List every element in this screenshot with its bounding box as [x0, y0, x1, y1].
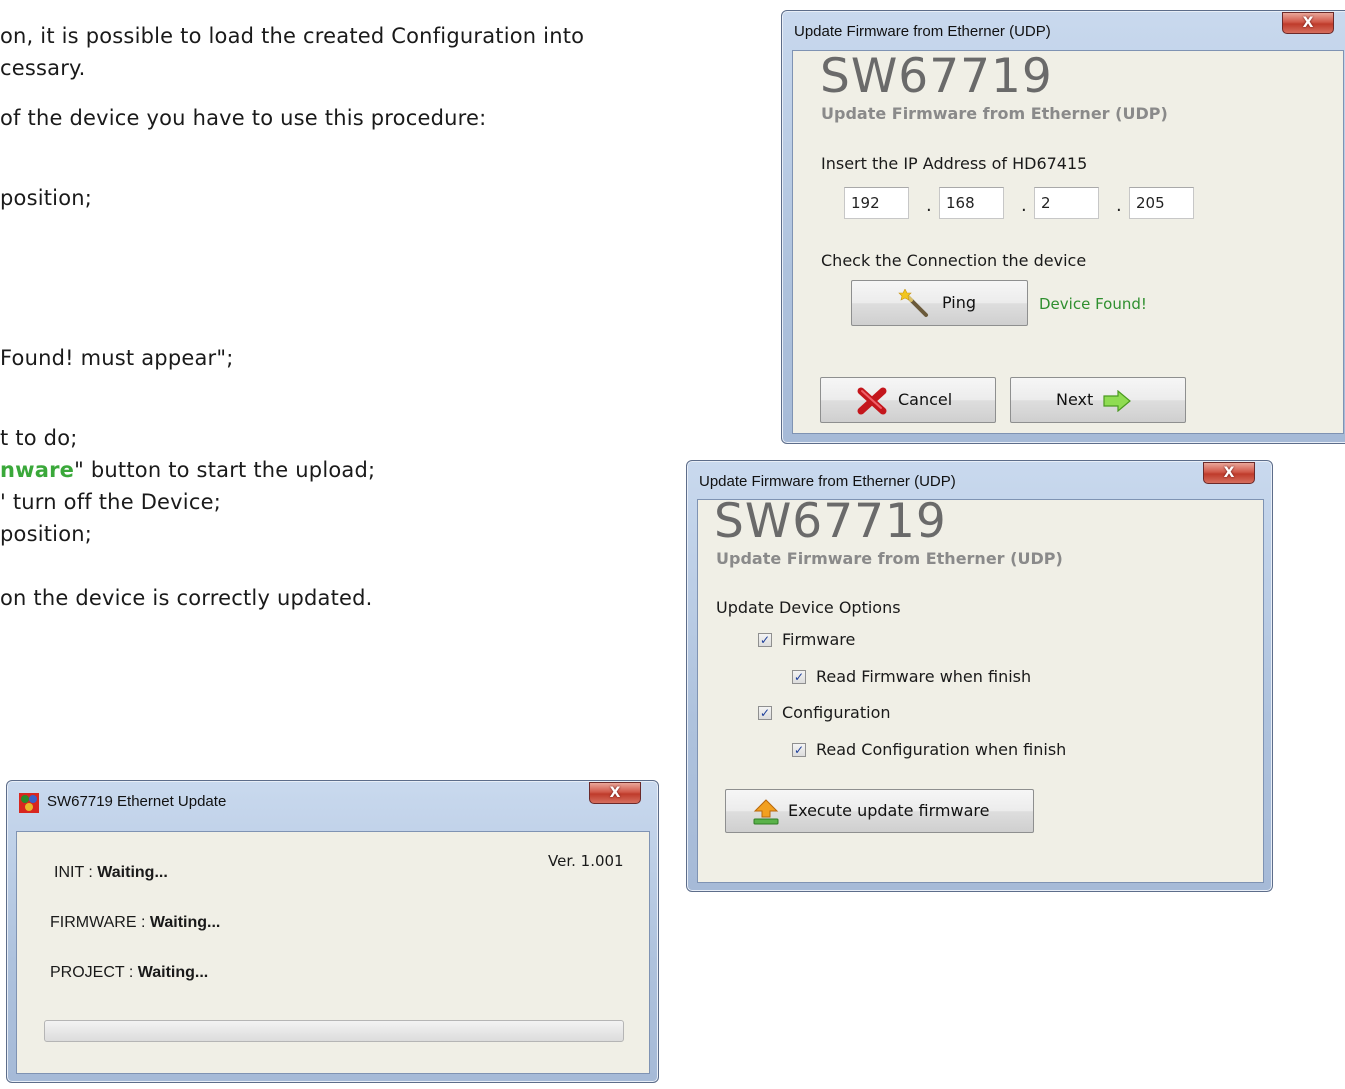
window-title: Update Firmware from Etherner (UDP)	[794, 23, 1051, 40]
project-status: PROJECT : Waiting...	[50, 964, 208, 982]
checkbox-checked-icon: ✓	[792, 670, 806, 684]
close-button[interactable]: X	[1282, 12, 1334, 34]
check-connection-label: Check the Connection the device	[821, 251, 1087, 270]
checkbox-checked-icon: ✓	[758, 633, 772, 647]
checkbox-checked-icon: ✓	[792, 743, 806, 757]
magic-wand-icon	[898, 288, 932, 323]
title-bar[interactable]: SW67719 Ethernet Update X	[7, 781, 658, 821]
doc-line: position;	[0, 186, 93, 210]
checkbox-checked-icon: ✓	[758, 706, 772, 720]
app-icon	[19, 793, 39, 817]
cancel-button-label: Cancel	[898, 390, 953, 409]
doc-line: on, it is possible to load the created C…	[0, 24, 585, 48]
product-heading: SW67719	[714, 494, 947, 549]
firmware-status: FIRMWARE : Waiting...	[50, 914, 220, 932]
doc-line: of the device you have to use this proce…	[0, 106, 487, 130]
dialog-subheading: Update Firmware from Etherner (UDP)	[821, 104, 1168, 123]
ip-octet-2-input[interactable]: 168	[939, 187, 1004, 219]
ip-octet-4-input[interactable]: 205	[1129, 187, 1194, 219]
update-device-options-dialog: Update Firmware from Etherner (UDP) X SW…	[686, 460, 1273, 892]
ethernet-update-progress-dialog: SW67719 Ethernet Update X Ver. 1.001 INI…	[6, 780, 659, 1083]
ip-separator: .	[1116, 195, 1122, 216]
doc-line: cessary.	[0, 56, 86, 80]
checkbox-label: Configuration	[782, 703, 891, 722]
checkbox-label: Read Firmware when finish	[816, 667, 1032, 686]
execute-update-button-label: Execute update firmware	[788, 801, 990, 820]
title-bar[interactable]: Update Firmware from Etherner (UDP) X	[782, 11, 1345, 51]
ping-button[interactable]: Ping	[851, 280, 1028, 326]
firmware-label: FIRMWARE :	[50, 914, 150, 931]
red-x-icon	[857, 387, 889, 419]
dialog-body: Ver. 1.001 INIT : Waiting... FIRMWARE : …	[16, 831, 650, 1074]
doc-line: position;	[0, 522, 93, 546]
ip-address-label: Insert the IP Address of HD67415	[821, 154, 1088, 173]
dialog-body: SW67719 Update Firmware from Etherner (U…	[792, 49, 1344, 434]
window-title: SW67719 Ethernet Update	[47, 793, 227, 810]
dialog-subheading: Update Firmware from Etherner (UDP)	[716, 549, 1063, 568]
close-button[interactable]: X	[589, 782, 641, 804]
doc-line: on the device is correctly updated.	[0, 586, 373, 610]
product-heading: SW67719	[820, 49, 1053, 104]
doc-line: ' turn off the Device;	[0, 490, 221, 514]
checkbox-label: Read Configuration when finish	[816, 740, 1067, 759]
progress-bar	[44, 1020, 624, 1042]
ping-button-label: Ping	[942, 293, 977, 312]
ip-separator: .	[1021, 195, 1027, 216]
doc-line: nware" button to start the upload;	[0, 457, 375, 483]
next-button-label: Next	[1056, 390, 1094, 409]
connection-status: Device Found!	[1039, 295, 1147, 313]
init-label: INIT :	[54, 864, 98, 881]
init-value: Waiting...	[97, 864, 168, 881]
execute-update-button[interactable]: Execute update firmware	[725, 789, 1034, 833]
doc-line-rest: " button to start the upload;	[74, 458, 376, 482]
ip-octet-1-input[interactable]: 192	[844, 187, 909, 219]
upload-icon	[752, 799, 780, 829]
next-button[interactable]: Next	[1010, 377, 1186, 423]
init-status: INIT : Waiting...	[54, 864, 168, 882]
arrow-right-icon	[1102, 389, 1132, 416]
doc-bold-keyword: nware	[0, 458, 75, 482]
update-firmware-ip-dialog: Update Firmware from Etherner (UDP) X SW…	[781, 10, 1345, 444]
doc-line: Found! must appear";	[0, 346, 234, 370]
close-button[interactable]: X	[1203, 462, 1255, 484]
project-label: PROJECT :	[50, 964, 138, 981]
window-title: Update Firmware from Etherner (UDP)	[699, 473, 956, 490]
firmware-value: Waiting...	[149, 914, 221, 931]
doc-line: t to do;	[0, 426, 78, 450]
dialog-body: SW67719 Update Firmware from Etherner (U…	[697, 494, 1264, 883]
ip-octet-3-input[interactable]: 2	[1034, 187, 1099, 219]
version-label: Ver. 1.001	[548, 852, 624, 870]
project-value: Waiting...	[137, 964, 209, 981]
cancel-button[interactable]: Cancel	[820, 377, 996, 423]
ip-separator: .	[926, 195, 932, 216]
update-options-label: Update Device Options	[716, 598, 901, 617]
checkbox-label: Firmware	[782, 630, 856, 649]
